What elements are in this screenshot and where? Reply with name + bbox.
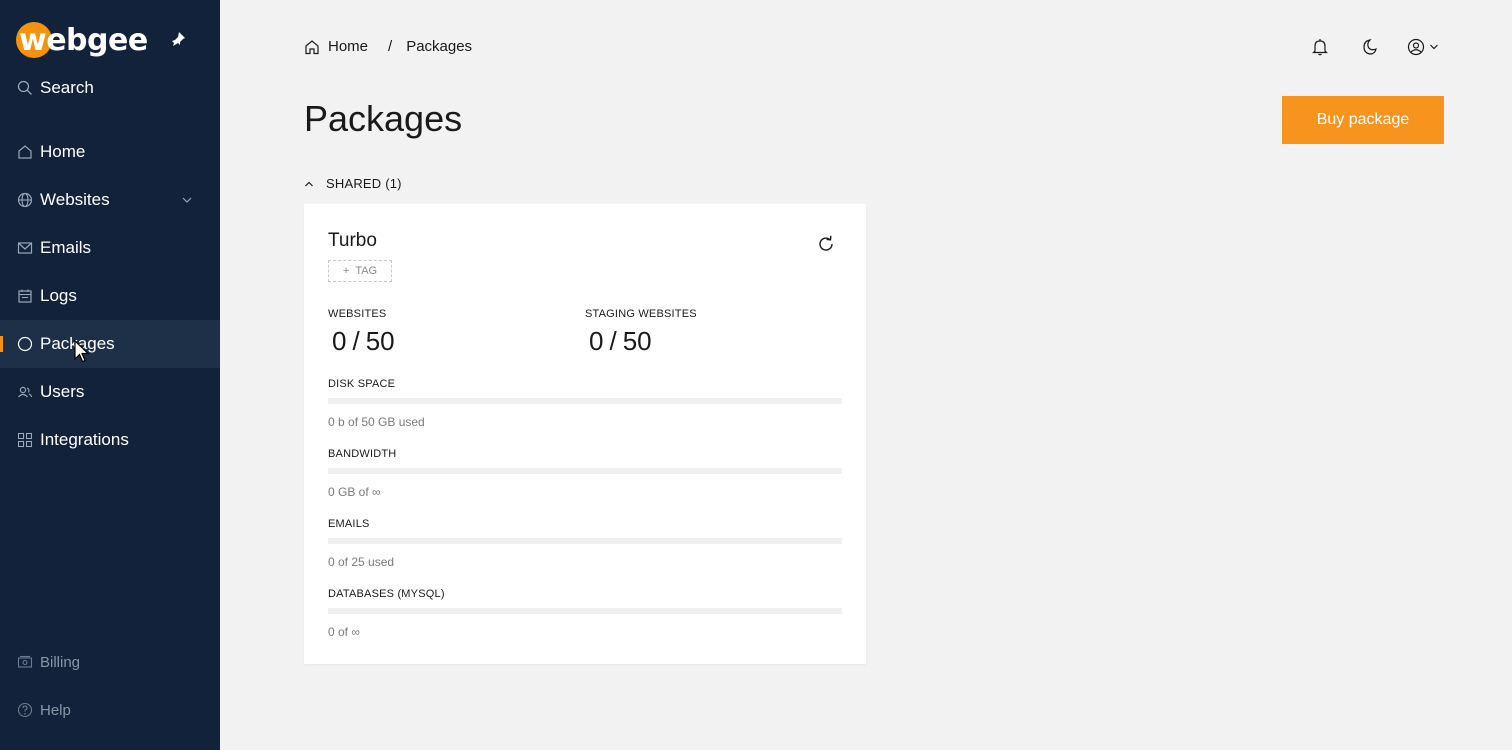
sidebar: webgee Search Home Websites Emails Logs	[0, 0, 220, 750]
dark-mode-icon[interactable]	[1359, 38, 1377, 56]
sidebar-item-integrations[interactable]: Integrations	[0, 416, 220, 464]
staging-websites-value: 0 / 50	[589, 326, 652, 357]
tag-label: TAG	[355, 265, 378, 277]
breadcrumb-current: Packages	[406, 38, 473, 55]
websites-used: 0	[332, 326, 347, 356]
users-icon	[16, 383, 34, 401]
section-toggle-shared[interactable]: SHARED (1)	[304, 176, 402, 191]
databases-label: DATABASES (MYSQL)	[328, 588, 445, 600]
chevron-up-icon	[305, 181, 313, 186]
home-icon	[16, 143, 34, 161]
search-icon	[16, 79, 34, 97]
disk-space-label: DISK SPACE	[328, 378, 396, 390]
mouse-cursor-icon	[74, 340, 90, 363]
sidebar-item-label: Billing	[40, 653, 81, 671]
calendar-icon	[16, 287, 34, 305]
help-icon	[16, 701, 34, 719]
search-label: Search	[40, 78, 94, 97]
disk-space-bar	[328, 398, 842, 404]
refresh-icon[interactable]	[816, 234, 836, 254]
bell-icon[interactable]	[1312, 38, 1328, 56]
sidebar-item-label: Emails	[40, 238, 92, 257]
sidebar-item-logs[interactable]: Logs	[0, 272, 220, 320]
sidebar-item-label: Home	[40, 142, 86, 161]
pin-icon[interactable]	[170, 31, 186, 47]
sidebar-item-label: Integrations	[40, 430, 129, 449]
databases-usage: 0 of ∞	[328, 625, 360, 639]
databases-bar	[328, 608, 842, 614]
sidebar-item-emails[interactable]: Emails	[0, 224, 220, 272]
staging-slash: /	[609, 326, 617, 356]
logo-text: webgee	[19, 22, 148, 58]
package-card: Turbo + TAG WEBSITES 0 / 50 STAGING WEBS…	[304, 204, 866, 664]
sidebar-item-packages[interactable]: Packages	[0, 320, 220, 368]
sidebar-item-help[interactable]: Help	[0, 686, 220, 734]
mail-icon	[16, 239, 34, 257]
emails-bar	[328, 538, 842, 544]
plus-icon: +	[342, 265, 350, 277]
globe-icon	[16, 191, 34, 209]
sidebar-item-label: Logs	[40, 286, 77, 305]
bandwidth-label: BANDWIDTH	[328, 448, 397, 460]
breadcrumb: Home / Packages	[304, 38, 472, 55]
sidebar-item-home[interactable]: Home	[0, 128, 220, 176]
page-title: Packages	[304, 98, 463, 139]
package-name: Turbo	[328, 230, 377, 251]
sidebar-item-billing[interactable]: Billing	[0, 638, 220, 686]
bandwidth-bar	[328, 468, 842, 474]
account-menu[interactable]	[1407, 38, 1439, 56]
add-tag-button[interactable]: + TAG	[328, 260, 392, 282]
sidebar-item-websites[interactable]: Websites	[0, 176, 220, 224]
websites-slash: /	[352, 326, 360, 356]
chevron-down-icon	[182, 197, 192, 203]
websites-total: 50	[365, 326, 395, 356]
breadcrumb-home[interactable]: Home	[328, 38, 368, 55]
home-icon[interactable]	[304, 39, 320, 55]
grid-icon	[16, 431, 34, 449]
sidebar-item-users[interactable]: Users	[0, 368, 220, 416]
disk-space-usage: 0 b of 50 GB used	[328, 415, 425, 429]
webgee-logo[interactable]: webgee	[16, 20, 148, 60]
section-label: SHARED (1)	[326, 176, 402, 191]
sidebar-search[interactable]: Search	[0, 64, 220, 112]
circle-icon	[16, 335, 34, 353]
websites-value: 0 / 50	[332, 326, 395, 357]
emails-label: EMAILS	[328, 518, 370, 530]
user-icon	[1407, 38, 1425, 56]
breadcrumb-separator: /	[388, 38, 393, 55]
websites-label: WEBSITES	[328, 308, 387, 320]
bandwidth-usage: 0 GB of ∞	[328, 485, 381, 499]
buy-package-button[interactable]: Buy package	[1282, 96, 1444, 144]
billing-icon	[16, 653, 34, 671]
chevron-down-icon	[1430, 44, 1438, 50]
sidebar-item-label: Help	[40, 701, 71, 719]
staging-used: 0	[589, 326, 604, 356]
staging-websites-label: STAGING WEBSITES	[585, 308, 697, 320]
sidebar-item-label: Websites	[40, 190, 110, 209]
staging-total: 50	[622, 326, 652, 356]
emails-usage: 0 of 25 used	[328, 555, 395, 569]
sidebar-item-label: Users	[40, 382, 85, 401]
